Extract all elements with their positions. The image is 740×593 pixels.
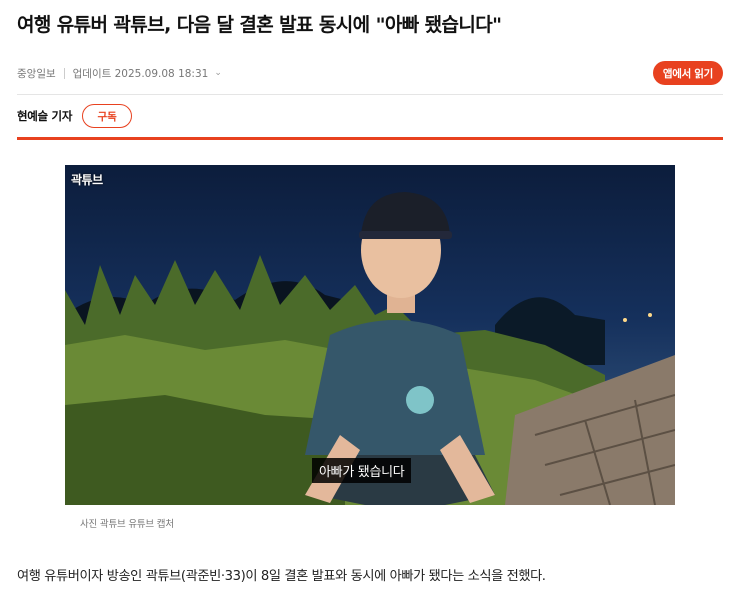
article-meta: 중앙일보 업데이트 2025.09.08 18:31 ⌄ 앱에서 읽기	[17, 60, 723, 86]
source-label[interactable]: 중앙일보	[17, 66, 56, 81]
updated-timestamp: 업데이트 2025.09.08 18:31	[72, 67, 209, 80]
read-in-app-button[interactable]: 앱에서 읽기	[652, 61, 723, 85]
meta-divider	[63, 67, 65, 79]
accent-divider	[17, 137, 723, 140]
reporter-row: 현예슬 기자 구독	[17, 103, 133, 129]
meta-divider-line	[17, 94, 723, 95]
reporter-name[interactable]: 현예슬 기자	[17, 108, 72, 124]
video-subtitle: 아빠가 됐습니다	[312, 458, 412, 483]
chevron-down-icon: ⌄	[214, 68, 222, 78]
photo-scene	[65, 192, 675, 505]
subscribe-button[interactable]: 구독	[82, 104, 133, 128]
photo-caption: 사진 곽튜브 유튜브 캡처	[80, 519, 174, 530]
article-headline: 여행 유튜버 곽튜브, 다음 달 결혼 발표 동시에 "아빠 됐습니다"	[17, 14, 502, 36]
channel-watermark: 곽튜브	[71, 173, 103, 187]
updated-toggle[interactable]: 업데이트 2025.09.08 18:31 ⌄	[73, 66, 222, 81]
article-photo: 곽튜브 아빠가 됐습니다	[65, 165, 675, 505]
article-body-text: 여행 유튜버이자 방송인 곽튜브(곽준빈·33)이 8일 결혼 발표와 동시에 …	[17, 569, 546, 584]
